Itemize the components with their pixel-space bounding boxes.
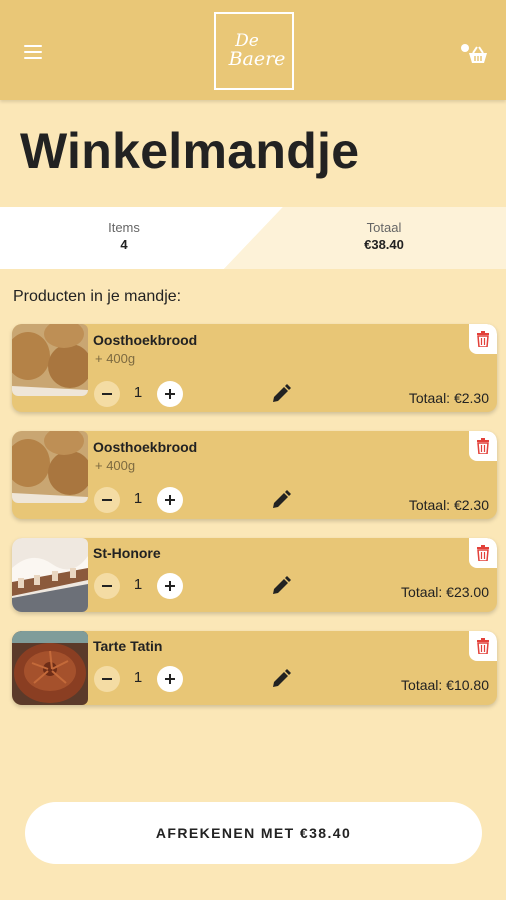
- items-count: 4: [120, 237, 128, 252]
- line-total: Totaal: €2.30: [408, 497, 489, 513]
- line-total: Totaal: €10.80: [401, 677, 489, 693]
- increase-quantity-button[interactable]: [157, 487, 183, 513]
- trash-icon: [477, 438, 489, 454]
- product-name: Tarte Tatin: [93, 638, 163, 654]
- product-variant: + 400g: [95, 351, 136, 366]
- items-summary: Items 4: [74, 220, 174, 252]
- increase-quantity-button[interactable]: [157, 573, 183, 599]
- app-header: De Baere: [0, 0, 506, 100]
- pencil-icon[interactable]: [270, 668, 292, 690]
- cart-item: Tarte Tatin 1 Totaal: €10.80: [12, 631, 497, 705]
- cart-summary: Items 4 Totaal €38.40: [0, 207, 506, 269]
- decrease-quantity-button[interactable]: [94, 487, 120, 513]
- pencil-icon[interactable]: [270, 383, 292, 405]
- total-value: €38.40: [364, 237, 404, 252]
- minus-icon: [102, 393, 112, 395]
- plus-icon: [165, 674, 175, 684]
- section-label: Producten in je mandje:: [13, 288, 182, 305]
- quantity-value: 1: [133, 576, 143, 593]
- hamburger-menu-icon[interactable]: [20, 38, 48, 66]
- quantity-value: 1: [133, 669, 143, 686]
- increase-quantity-button[interactable]: [157, 666, 183, 692]
- product-image: [12, 324, 88, 396]
- product-variant: + 400g: [95, 458, 136, 473]
- increase-quantity-button[interactable]: [157, 381, 183, 407]
- minus-icon: [102, 499, 112, 501]
- product-image: [12, 631, 88, 705]
- product-image: [12, 538, 88, 612]
- line-total: Totaal: €2.30: [408, 390, 489, 406]
- product-name: Oosthoekbrood: [93, 439, 198, 455]
- items-label: Items: [108, 220, 140, 235]
- page-title: Winkelmandje: [20, 123, 360, 179]
- delete-item-button[interactable]: [469, 538, 497, 568]
- trash-icon: [477, 331, 489, 347]
- product-name: Oosthoekbrood: [93, 332, 198, 348]
- quantity-value: 1: [133, 490, 143, 507]
- delete-item-button[interactable]: [469, 431, 497, 461]
- total-label: Totaal: [366, 220, 402, 235]
- trash-icon: [477, 545, 489, 561]
- decrease-quantity-button[interactable]: [94, 666, 120, 692]
- plus-icon: [165, 389, 175, 399]
- account-basket-icon[interactable]: [458, 40, 488, 66]
- pencil-icon[interactable]: [270, 575, 292, 597]
- minus-icon: [102, 585, 112, 587]
- decrease-quantity-button[interactable]: [94, 573, 120, 599]
- plus-icon: [165, 495, 175, 505]
- product-name: St-Honore: [93, 545, 161, 561]
- decrease-quantity-button[interactable]: [94, 381, 120, 407]
- minus-icon: [102, 678, 112, 680]
- pencil-icon[interactable]: [270, 489, 292, 511]
- total-summary: Totaal €38.40: [334, 220, 434, 252]
- delete-item-button[interactable]: [469, 324, 497, 354]
- cart-item: St-Honore 1 Totaal: €23.00: [12, 538, 497, 612]
- cart-item: Oosthoekbrood + 400g 1 Totaal: €2.30: [12, 431, 497, 519]
- product-image: [12, 431, 88, 503]
- brand-logo[interactable]: De Baere: [214, 12, 294, 90]
- line-total: Totaal: €23.00: [401, 584, 489, 600]
- delete-item-button[interactable]: [469, 631, 497, 661]
- logo-text-line2: Baere: [228, 48, 286, 70]
- cart-item: Oosthoekbrood + 400g 1 Totaal: €2.30: [12, 324, 497, 412]
- checkout-button[interactable]: AFREKENEN MET €38.40: [25, 802, 482, 864]
- trash-icon: [477, 638, 489, 654]
- quantity-value: 1: [133, 384, 143, 401]
- plus-icon: [165, 581, 175, 591]
